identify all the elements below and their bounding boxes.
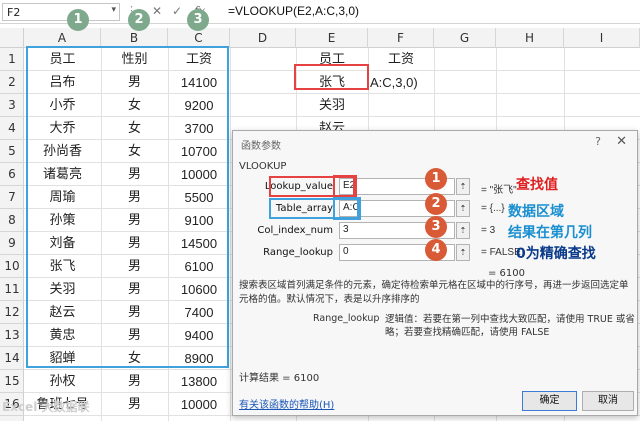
row-3[interactable]: 3 (0, 94, 24, 117)
annotation-exact-match: 0为精确查找 (516, 246, 596, 262)
chevron-down-icon[interactable]: ▾ (111, 5, 116, 15)
active-cell-f2[interactable]: A:C,3,0) (370, 71, 434, 94)
calculation-result: 计算结果 = 6100 (239, 373, 320, 384)
row-1[interactable]: 1 (0, 48, 24, 71)
step-badge-4: 4 (425, 239, 447, 261)
column-badge-2: 2 (128, 9, 150, 31)
column-badge-1: 1 (67, 9, 89, 31)
help-link[interactable]: 有关该函数的帮助(H) (239, 396, 334, 411)
watermark: Excel 大数据联 (2, 400, 90, 414)
column-g[interactable]: G (434, 28, 496, 48)
row-15[interactable]: 15 (0, 370, 24, 393)
row-8[interactable]: 8 (0, 209, 24, 232)
column-badge-3: 3 (187, 9, 209, 31)
formula-result-preview: = 6100 (488, 268, 526, 279)
row-13[interactable]: 13 (0, 324, 24, 347)
row-4[interactable]: 4 (0, 117, 24, 140)
function-name: VLOOKUP (239, 161, 287, 172)
arg-result-range-lookup: = FALSE (481, 247, 521, 258)
lookup-cell[interactable]: 关羽 (296, 94, 368, 117)
column-h[interactable]: H (496, 28, 564, 48)
formula-bar: F2 ▾ ⋮ ✕ ✓ fx =VLOOKUP(E2,A:C,3,0) (0, 0, 640, 24)
formula-input[interactable]: =VLOOKUP(E2,A:C,3,0) (228, 4, 359, 18)
close-icon[interactable]: ✕ (616, 134, 627, 149)
param-name: Range_lookup (313, 313, 380, 324)
arg-result-col-index: = 3 (481, 225, 496, 236)
row-header: 1 2 3 4 5 6 7 8 9 10 11 12 13 14 15 16 (0, 48, 24, 421)
select-all-corner[interactable] (0, 28, 24, 48)
collapse-icon[interactable]: ⇡ (456, 222, 470, 239)
annotation-data-range: 数据区域 (508, 204, 564, 220)
column-i[interactable]: I (564, 28, 640, 48)
name-box[interactable]: F2 ▾ (2, 3, 120, 21)
column-a[interactable]: A (24, 28, 101, 48)
name-box-value: F2 (7, 6, 21, 19)
step-badge-3: 3 (425, 216, 447, 238)
function-description: 搜索表区域首列满足条件的元素，确定待检索单元格在区域中的行序号，再进一步返回选定… (239, 280, 629, 305)
column-header: A B C D E F G H I (0, 28, 640, 48)
column-b[interactable]: B (101, 28, 168, 48)
collapse-icon[interactable]: ⇡ (456, 178, 470, 195)
dialog-title: 函数参数 (241, 141, 281, 152)
cell-name[interactable]: 孙权 (24, 370, 101, 393)
header-lookup-salary[interactable]: 工资 (368, 48, 434, 71)
annotation-lookup-value: 查找值 (516, 177, 558, 193)
row-12[interactable]: 12 (0, 301, 24, 324)
lookup-value-highlight (294, 64, 369, 90)
cell-salary[interactable]: 10000 (168, 393, 230, 416)
row-2[interactable]: 2 (0, 71, 24, 94)
arg-result-table-array: = {...} (481, 203, 505, 214)
cell-gender[interactable]: 男 (101, 393, 168, 416)
arg-label-col-index: Col_index_num (257, 225, 333, 236)
step-badge-2: 2 (425, 193, 447, 215)
cancel-button[interactable]: 取消 (582, 391, 634, 411)
help-icon[interactable]: ? (595, 135, 601, 148)
cell-salary[interactable]: 13800 (168, 370, 230, 393)
column-e[interactable]: E (296, 28, 368, 48)
collapse-icon[interactable]: ⇡ (456, 200, 470, 217)
row-11[interactable]: 11 (0, 278, 24, 301)
cell-gender[interactable]: 男 (101, 370, 168, 393)
annotation-column-index: 结果在第几列 (508, 225, 592, 241)
row-10[interactable]: 10 (0, 255, 24, 278)
row-9[interactable]: 9 (0, 232, 24, 255)
enter-icon[interactable]: ✓ (172, 4, 182, 18)
arg-label-range-lookup: Range_lookup (263, 247, 333, 258)
lookup-value-input-highlight (333, 175, 357, 197)
column-c[interactable]: C (168, 28, 230, 48)
row-7[interactable]: 7 (0, 186, 24, 209)
arg-result-lookup-value: = "张飞" (481, 185, 517, 196)
row-14[interactable]: 14 (0, 347, 24, 370)
column-d[interactable]: D (230, 28, 296, 48)
collapse-icon[interactable]: ⇡ (456, 244, 470, 261)
step-badge-1: 1 (425, 168, 447, 190)
cancel-icon[interactable]: ✕ (152, 4, 162, 18)
row-5[interactable]: 5 (0, 140, 24, 163)
ok-button[interactable]: 确定 (522, 391, 577, 411)
column-f[interactable]: F (368, 28, 434, 48)
param-description: 逻辑值：若要在第一列中查找大致匹配，请使用 TRUE 或省略；若要查找精确匹配，… (385, 314, 635, 338)
row-6[interactable]: 6 (0, 163, 24, 186)
table-range-highlight (26, 46, 229, 368)
table-array-input-highlight (333, 197, 361, 220)
